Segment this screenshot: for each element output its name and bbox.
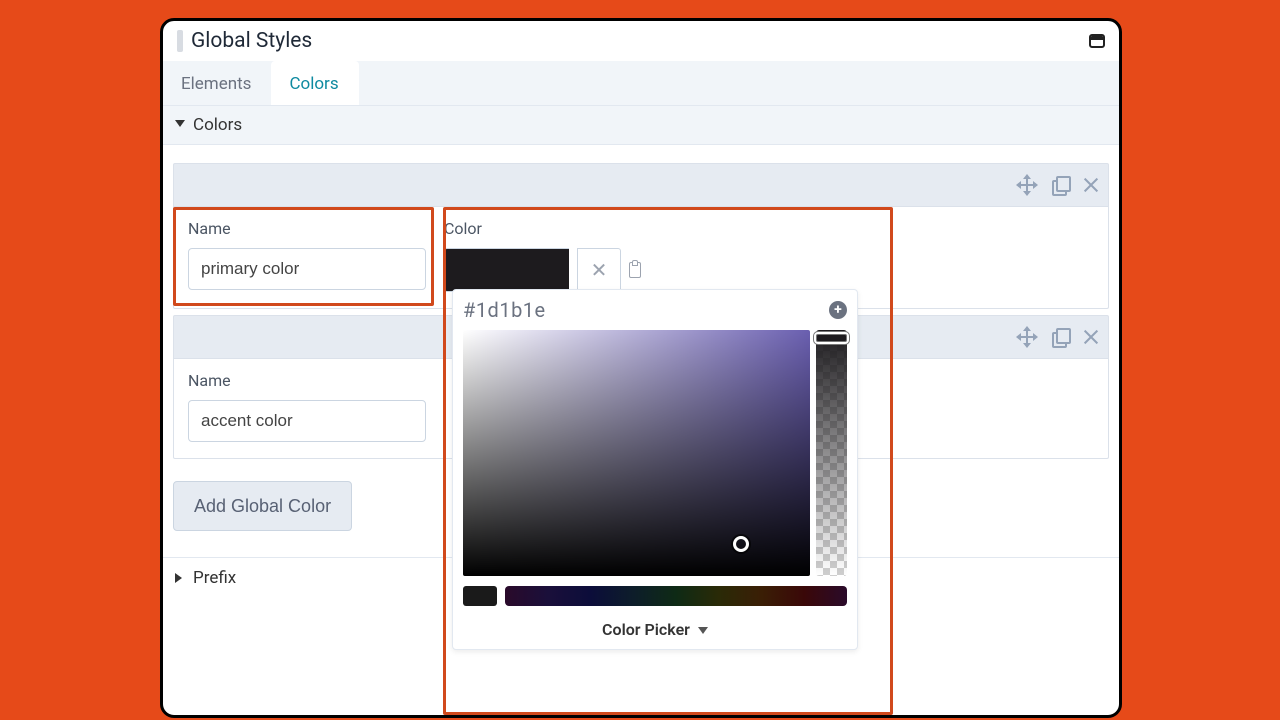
color-picker-toggle[interactable]: Color Picker <box>453 606 857 649</box>
section-prefix-label: Prefix <box>193 568 236 588</box>
title-bar: Global Styles <box>163 21 1119 61</box>
clear-color-icon[interactable]: ✕ <box>577 248 621 292</box>
global-styles-panel: Global Styles Elements Colors Colors Nam <box>160 18 1122 718</box>
name-label: Name <box>188 371 426 390</box>
name-label: Name <box>188 219 426 238</box>
tab-elements[interactable]: Elements <box>163 61 271 105</box>
color-picker-popover: #1d1b1e + Color Picker <box>452 289 858 650</box>
tab-colors[interactable]: Colors <box>271 61 358 105</box>
add-global-color-button[interactable]: Add Global Color <box>173 481 352 531</box>
drag-grip-icon[interactable] <box>177 30 183 52</box>
hex-value[interactable]: #1d1b1e <box>463 298 546 322</box>
content-area: Name Color ✕ <box>163 145 1119 598</box>
chevron-right-icon <box>175 573 185 583</box>
window-dock-icon[interactable] <box>1089 34 1105 48</box>
remove-icon[interactable] <box>1082 176 1100 194</box>
name-input-2[interactable] <box>188 400 426 442</box>
color-swatch[interactable] <box>444 248 569 292</box>
chevron-down-icon <box>175 120 185 130</box>
remove-icon[interactable] <box>1082 328 1100 346</box>
panel-title: Global Styles <box>191 29 312 53</box>
section-colors-label: Colors <box>193 115 242 135</box>
sv-handle-icon[interactable] <box>733 536 749 552</box>
duplicate-icon[interactable] <box>1050 328 1068 346</box>
color-item-1: Name Color ✕ <box>173 163 1109 309</box>
color-item-header <box>173 163 1109 207</box>
alpha-thumb-icon[interactable] <box>814 332 850 344</box>
saturation-value-area[interactable] <box>463 330 810 576</box>
move-icon[interactable] <box>1018 328 1036 346</box>
hue-slider[interactable] <box>505 586 847 606</box>
add-swatch-icon[interactable]: + <box>829 301 847 319</box>
move-icon[interactable] <box>1018 176 1036 194</box>
clipboard-icon[interactable] <box>629 262 641 278</box>
tab-bar: Elements Colors <box>163 61 1119 106</box>
duplicate-icon[interactable] <box>1050 176 1068 194</box>
color-picker-label: Color Picker <box>602 620 690 639</box>
name-input-1[interactable] <box>188 248 426 290</box>
current-color-chip <box>463 586 497 606</box>
color-label: Color <box>444 219 641 238</box>
section-colors-header[interactable]: Colors <box>163 106 1119 145</box>
chevron-down-icon <box>698 625 708 635</box>
alpha-slider[interactable] <box>816 330 848 576</box>
